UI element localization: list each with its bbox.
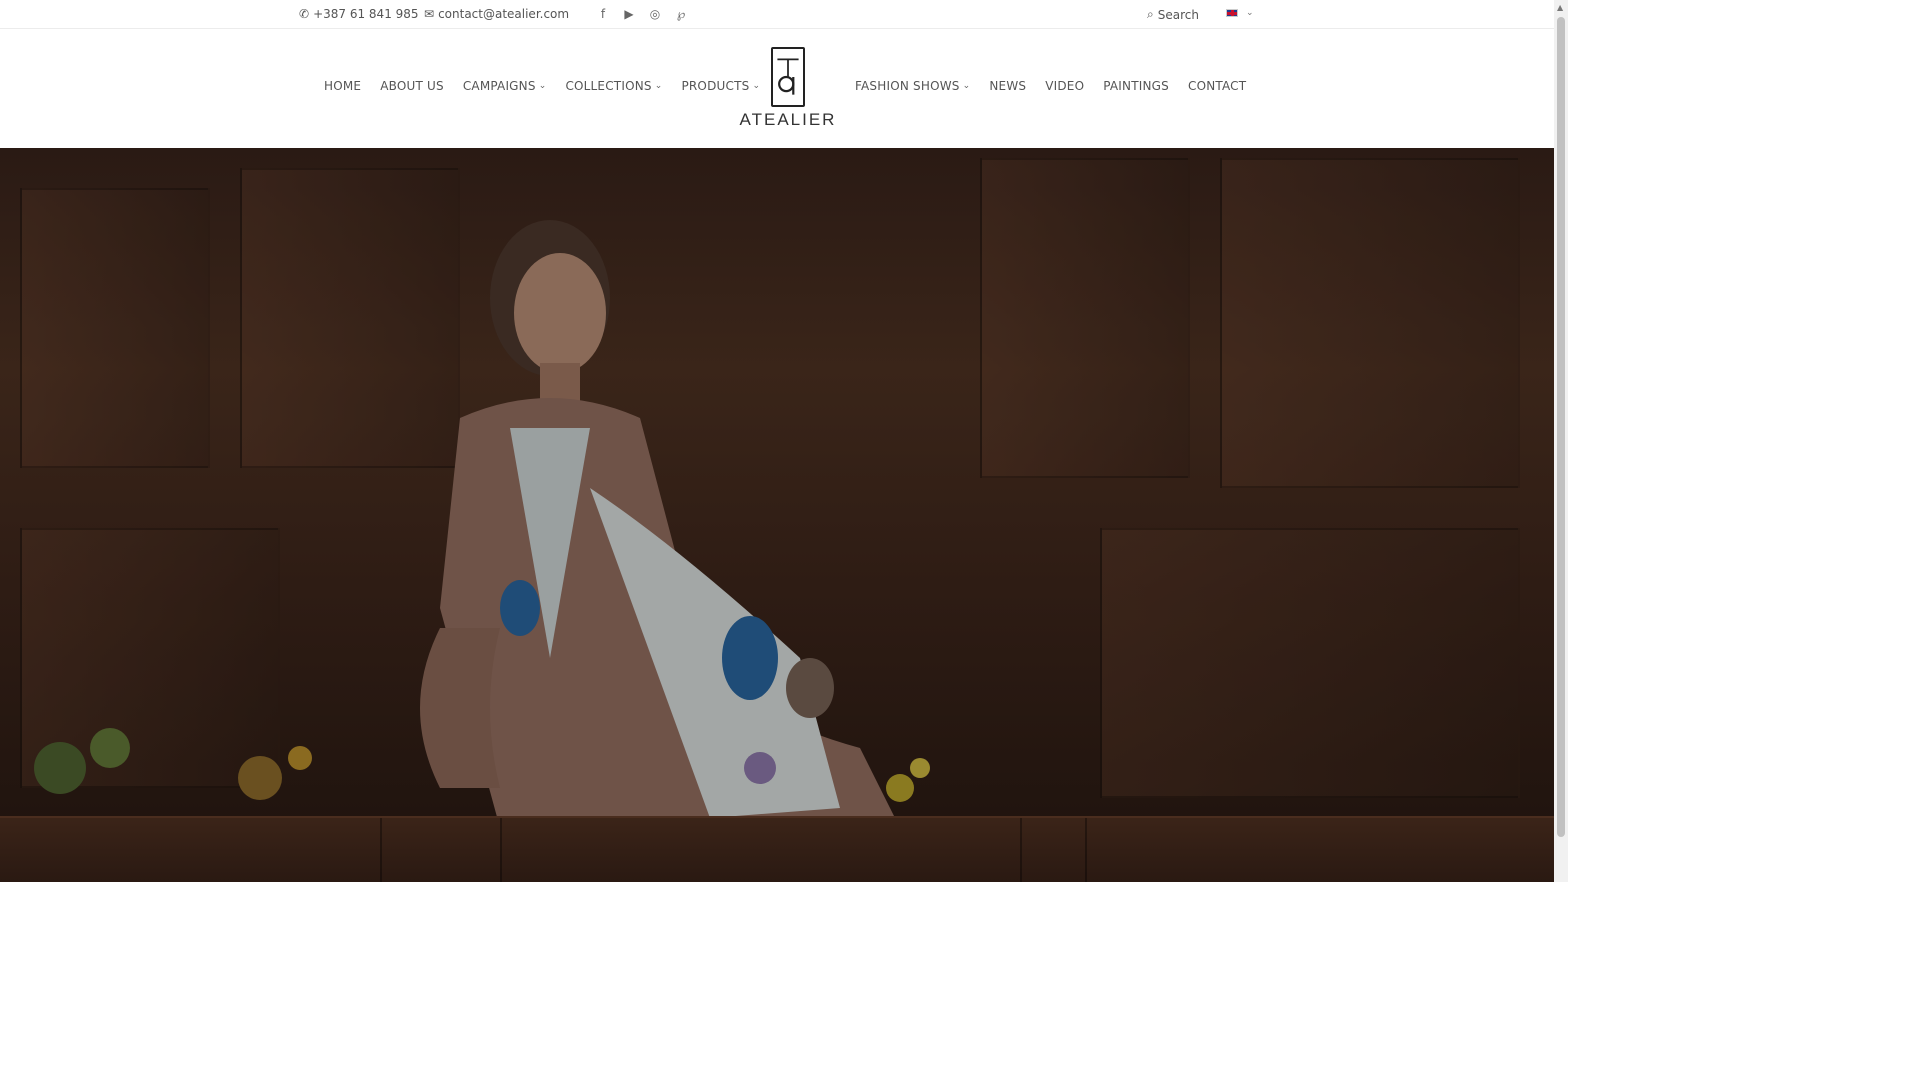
nav-paintings[interactable]: PAINTINGS (1103, 79, 1169, 93)
top-bar: ✆ +387 61 841 985 ✉ contact@atealier.com… (0, 0, 1554, 29)
envelope-icon: ✉ (424, 7, 435, 21)
logo-mark-icon (771, 47, 805, 107)
wooden-counter (0, 816, 1554, 882)
facebook-icon[interactable]: f (596, 6, 610, 22)
scroll-up-icon[interactable]: ▲ (1557, 3, 1563, 12)
nav-about-us[interactable]: ABOUT US (380, 79, 444, 93)
nav-home[interactable]: HOME (324, 79, 361, 93)
email-contact[interactable]: ✉ contact@atealier.com (424, 7, 569, 21)
nav-fashion-shows[interactable]: FASHION SHOWS ⌄ (855, 79, 970, 93)
flowers-decoration (34, 728, 930, 802)
chevron-down-icon: ⌄ (962, 81, 971, 91)
search-icon: ⌕ (1147, 7, 1154, 21)
email-address: contact@atealier.com (438, 7, 570, 21)
language-selector[interactable]: ⌄ (1226, 8, 1254, 18)
nav-news[interactable]: NEWS (989, 79, 1026, 93)
phone-contact[interactable]: ✆ +387 61 841 985 (299, 7, 419, 21)
nav-right: FASHION SHOWS ⌄ NEWS VIDEO PAINTINGS CONT… (855, 79, 1246, 93)
main-header: HOME ABOUT US CAMPAIGNS ⌄ COLLECTIONS ⌄ PR… (0, 29, 1554, 148)
chevron-down-icon: ⌄ (538, 81, 547, 91)
chevron-down-icon: ⌄ (654, 81, 663, 91)
search-label: Search (1157, 7, 1199, 22)
phone-number: +387 61 841 985 (313, 7, 419, 21)
logo-text: ATEALIER (739, 110, 837, 129)
nav-collections[interactable]: COLLECTIONS ⌄ (565, 79, 662, 93)
nav-campaigns[interactable]: CAMPAIGNS ⌄ (463, 79, 547, 93)
instagram-icon[interactable]: ◎ (648, 6, 662, 22)
nav-left: HOME ABOUT US CAMPAIGNS ⌄ COLLECTIONS ⌄ PR… (324, 79, 760, 93)
social-links: f ▶ ◎ ℘ (596, 6, 688, 22)
nav-contact[interactable]: CONTACT (1188, 79, 1246, 93)
nav-video[interactable]: VIDEO (1045, 79, 1084, 93)
scrollbar-thumb[interactable] (1557, 17, 1565, 837)
uk-flag-icon (1226, 9, 1238, 17)
hero-image (0, 148, 1554, 882)
site-logo[interactable]: ATEALIER (739, 47, 837, 131)
search-button[interactable]: ⌕ Search (1147, 7, 1199, 22)
phone-icon: ✆ (299, 7, 310, 21)
page-scrollbar[interactable]: ▲ (1554, 0, 1568, 882)
pinterest-icon[interactable]: ℘ (674, 6, 688, 22)
youtube-icon[interactable]: ▶ (622, 6, 636, 22)
chevron-down-icon: ⌄ (1246, 8, 1254, 18)
